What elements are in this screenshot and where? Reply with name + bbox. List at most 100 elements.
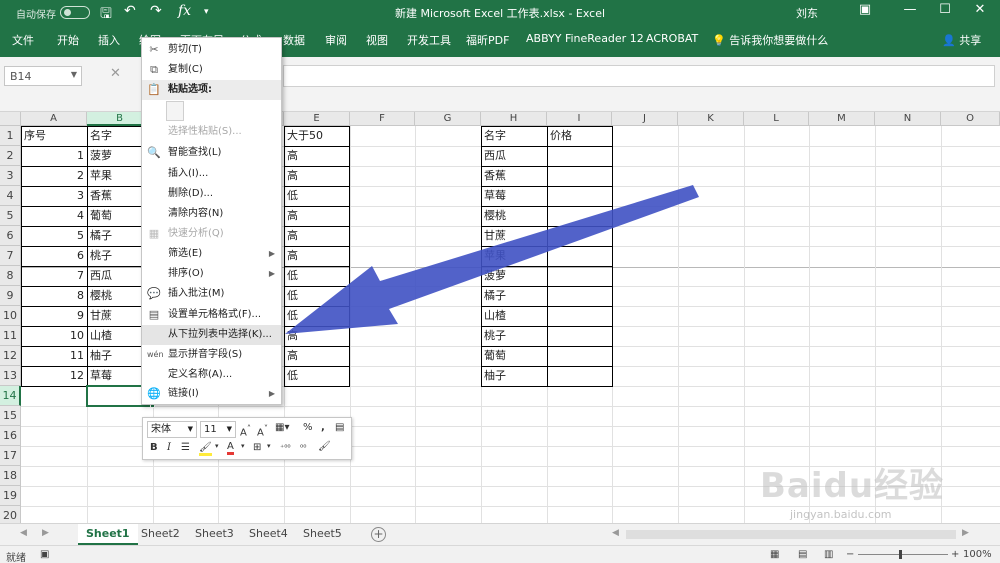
sheet-tab-sheet2[interactable]: Sheet2 xyxy=(133,524,188,545)
fill-color-icon[interactable]: 🖌 xyxy=(199,442,212,456)
horizontal-scrollbar[interactable] xyxy=(626,530,956,539)
column-header-e[interactable]: E xyxy=(284,112,350,126)
menu-item-delete[interactable]: 删除(D)... xyxy=(142,184,281,204)
cell-e[interactable]: 高 xyxy=(284,346,350,366)
bold-icon[interactable]: B xyxy=(150,442,158,453)
cell-h[interactable]: 山楂 xyxy=(481,306,547,326)
cell-e[interactable]: 高 xyxy=(284,206,350,226)
maximize-icon[interactable]: ☐ xyxy=(930,2,960,17)
cell-h[interactable]: 桃子 xyxy=(481,326,547,346)
page-layout-view-icon[interactable]: ▤ xyxy=(798,549,807,560)
cell-e[interactable]: 高 xyxy=(284,226,350,246)
row-header[interactable]: 4 xyxy=(0,186,21,206)
menu-item-quick-analysis[interactable]: ▦ 快速分析(Q) xyxy=(142,224,281,244)
cell-a[interactable]: 7 xyxy=(21,266,87,286)
cell-a[interactable]: 5 xyxy=(21,226,87,246)
menu-item-link[interactable]: 🌐 链接(I) ▶ xyxy=(142,384,281,404)
cell-e[interactable]: 高 xyxy=(284,246,350,266)
menu-item-define-name[interactable]: 定义名称(A)... xyxy=(142,365,281,385)
tab-data[interactable]: 数据 xyxy=(283,32,305,48)
cell-a[interactable]: 8 xyxy=(21,286,87,306)
minimize-icon[interactable]: — xyxy=(895,2,925,17)
cell-a[interactable]: 3 xyxy=(21,186,87,206)
cell-a1[interactable]: 序号 xyxy=(21,126,87,146)
zoom-slider-thumb[interactable] xyxy=(899,550,902,559)
cell-a[interactable]: 6 xyxy=(21,246,87,266)
row-header[interactable]: 10 xyxy=(0,306,21,326)
italic-icon[interactable]: I xyxy=(167,442,171,453)
zoom-out-icon[interactable]: − xyxy=(846,549,854,560)
sheet-tab-sheet1[interactable]: Sheet1 xyxy=(78,524,138,545)
cell-h[interactable]: 柚子 xyxy=(481,366,547,386)
row-header[interactable]: 5 xyxy=(0,206,21,226)
cell-h[interactable]: 西瓜 xyxy=(481,146,547,166)
next-sheet-icon[interactable]: ▶ xyxy=(42,528,49,538)
menu-item-pick-from-list[interactable]: 从下拉列表中选择(K)... xyxy=(142,325,281,345)
tab-file[interactable]: 文件 xyxy=(12,32,34,48)
cell-h[interactable]: 樱桃 xyxy=(481,206,547,226)
cell-e1[interactable]: 大于50 xyxy=(284,126,350,146)
row-header[interactable]: 1 xyxy=(0,126,21,146)
tell-me-box[interactable]: 💡 告诉我你想要做什么 xyxy=(712,32,828,48)
decrease-font-icon[interactable]: A˅ xyxy=(257,423,268,438)
menu-item-format-cells[interactable]: ▤ 设置单元格格式(F)... xyxy=(142,305,281,325)
percent-style-button[interactable]: % xyxy=(303,422,313,433)
name-box[interactable]: B14 ▼ xyxy=(4,66,82,86)
font-size-select[interactable]: 11 ▼ xyxy=(200,421,236,438)
row-header[interactable]: 9 xyxy=(0,286,21,306)
increase-decimal-icon[interactable]: ⁺⁰⁰ xyxy=(280,443,291,452)
column-header-n[interactable]: N xyxy=(875,112,941,126)
cell-e[interactable]: 高 xyxy=(284,146,350,166)
comma-style-button[interactable]: , xyxy=(321,422,325,433)
row-header[interactable]: 19 xyxy=(0,486,21,506)
menu-item-clear-contents[interactable]: 清除内容(N) xyxy=(142,204,281,224)
column-header-a[interactable]: A xyxy=(21,112,87,126)
column-header-h[interactable]: H xyxy=(481,112,547,126)
zoom-level[interactable]: 100% xyxy=(963,549,992,560)
cell-h[interactable]: 香蕉 xyxy=(481,166,547,186)
format-painter-icon[interactable]: 🖌 xyxy=(318,441,331,452)
formula-input[interactable] xyxy=(283,65,995,87)
row-header[interactable]: 2 xyxy=(0,146,21,166)
zoom-in-icon[interactable]: + xyxy=(951,549,959,560)
decrease-decimal-icon[interactable]: ⁰⁰ xyxy=(300,443,306,452)
chevron-down-icon[interactable]: ▾ xyxy=(267,442,271,450)
tab-foxit-pdf[interactable]: 福昕PDF xyxy=(466,32,509,48)
increase-font-icon[interactable]: A˄ xyxy=(240,423,251,438)
menu-item-insert-comment[interactable]: 💬 插入批注(M) xyxy=(142,284,281,304)
row-header[interactable]: 11 xyxy=(0,326,21,346)
menu-item-copy[interactable]: ⧉ 复制(C) xyxy=(142,60,281,80)
cell-e[interactable]: 低 xyxy=(284,186,350,206)
menu-item-insert[interactable]: 插入(I)... xyxy=(142,164,281,184)
column-header-f[interactable]: F xyxy=(350,112,415,126)
row-header[interactable]: 15 xyxy=(0,406,21,426)
tab-view[interactable]: 视图 xyxy=(366,32,388,48)
sheet-tab-sheet4[interactable]: Sheet4 xyxy=(241,524,296,545)
cell-h[interactable]: 葡萄 xyxy=(481,346,547,366)
font-name-select[interactable]: 宋体 ▼ xyxy=(147,421,197,438)
cell-h[interactable]: 苹果 xyxy=(481,246,547,266)
close-icon[interactable]: ✕ xyxy=(965,2,995,17)
previous-sheet-icon[interactable]: ◀ xyxy=(20,528,27,538)
cell-a[interactable]: 9 xyxy=(21,306,87,326)
row-header[interactable]: 20 xyxy=(0,506,21,523)
cell-a[interactable]: 10 xyxy=(21,326,87,346)
column-header-j[interactable]: J xyxy=(612,112,678,126)
share-button[interactable]: 👤 共享 xyxy=(942,32,981,48)
row-header[interactable]: 6 xyxy=(0,226,21,246)
ribbon-display-icon[interactable]: ▣ xyxy=(850,2,880,17)
menu-item-smart-lookup[interactable]: 🔍 智能查找(L) xyxy=(142,143,281,163)
tab-review[interactable]: 审阅 xyxy=(325,32,347,48)
row-header[interactable]: 8 xyxy=(0,266,21,286)
column-header-o[interactable]: O xyxy=(941,112,1000,126)
scroll-left-icon[interactable]: ◀ xyxy=(612,528,619,538)
chevron-down-icon[interactable]: ▾ xyxy=(241,442,245,450)
cell-a[interactable]: 4 xyxy=(21,206,87,226)
row-header[interactable]: 17 xyxy=(0,446,21,466)
cell-h[interactable]: 菠萝 xyxy=(481,266,547,286)
cell-a[interactable]: 11 xyxy=(21,346,87,366)
cell-i1[interactable]: 价格 xyxy=(547,126,613,146)
cell-h[interactable]: 草莓 xyxy=(481,186,547,206)
menu-item-sort[interactable]: 排序(O) ▶ xyxy=(142,264,281,284)
menu-item-phonetic[interactable]: wén 显示拼音字段(S) xyxy=(142,345,281,365)
